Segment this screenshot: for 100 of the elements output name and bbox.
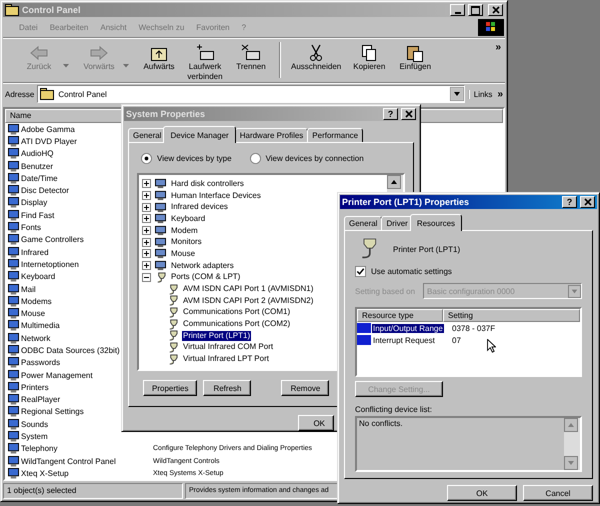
- control-panel-item[interactable]: Infrared: [21, 246, 49, 258]
- close-button[interactable]: [580, 196, 595, 208]
- control-panel-item[interactable]: Mouse: [21, 308, 46, 320]
- address-field[interactable]: Control Panel: [37, 85, 465, 103]
- tab[interactable]: Resources: [410, 214, 462, 231]
- radio-button[interactable]: [250, 153, 261, 164]
- checkbox-label[interactable]: Use automatic settings: [371, 267, 452, 276]
- dialog-button[interactable]: Refresh: [203, 380, 252, 396]
- tab[interactable]: General: [344, 216, 382, 230]
- toolbar-overflow-button[interactable]: »: [493, 42, 503, 53]
- tree-item[interactable]: Network adapters: [170, 260, 235, 271]
- radio-label[interactable]: View devices by type: [157, 154, 232, 163]
- expand-toggle-icon[interactable]: [142, 214, 151, 224]
- expand-toggle-icon[interactable]: [142, 226, 151, 236]
- tab[interactable]: Driver: [381, 216, 413, 230]
- toolbar-button[interactable]: Laufwerk verbinden: [183, 42, 227, 82]
- windows-logo-icon: [478, 18, 504, 36]
- scroll-up-icon[interactable]: [387, 175, 401, 189]
- toolbar-button[interactable]: Trennen: [229, 42, 273, 72]
- dialog-button[interactable]: OK: [447, 485, 517, 501]
- control-panel-item[interactable]: Keyboard: [21, 271, 56, 282]
- control-panel-item[interactable]: Passwords: [21, 357, 60, 368]
- tree-item[interactable]: Ports (COM & LPT): [170, 272, 242, 282]
- control-panel-item[interactable]: Network: [21, 332, 50, 344]
- radio-button[interactable]: [141, 153, 152, 164]
- control-panel-item[interactable]: Display: [21, 197, 48, 208]
- table-cell[interactable]: Input/Output Range: [372, 324, 444, 332]
- help-button[interactable]: ?: [383, 108, 398, 120]
- control-panel-item[interactable]: Adobe Gamma: [21, 124, 75, 135]
- tree-item[interactable]: AVM ISDN CAPI Port 2 (AVMISDN2): [182, 296, 314, 306]
- maximize-button[interactable]: [468, 4, 483, 16]
- expand-toggle-icon[interactable]: [142, 238, 151, 247]
- dialog-title: Printer Port (LPT1) Properties: [342, 197, 470, 207]
- tree-item[interactable]: Monitors: [170, 237, 203, 248]
- tree-item[interactable]: Human Interface Devices: [170, 190, 262, 201]
- tree-item[interactable]: Keyboard: [170, 214, 206, 224]
- control-panel-item[interactable]: Modems: [21, 296, 52, 307]
- control-panel-item[interactable]: Regional Settings: [21, 406, 84, 418]
- tree-item[interactable]: Communications Port (COM2): [182, 319, 292, 330]
- control-panel-item[interactable]: Xteq X-Setup: [21, 468, 69, 479]
- control-panel-item-icon: [8, 197, 19, 208]
- tab[interactable]: Performance: [307, 128, 364, 142]
- control-panel-item[interactable]: Power Management: [21, 370, 93, 381]
- control-panel-item[interactable]: Multimedia: [21, 320, 60, 332]
- control-panel-item[interactable]: Printers: [21, 382, 49, 393]
- minimize-button[interactable]: [450, 4, 465, 16]
- control-panel-item[interactable]: Game Controllers: [21, 234, 84, 246]
- control-panel-item[interactable]: Mail: [21, 284, 36, 294]
- table-cell[interactable]: Interrupt Request: [372, 336, 436, 344]
- close-button[interactable]: [488, 4, 503, 16]
- expand-toggle-icon[interactable]: [142, 261, 151, 270]
- tree-item[interactable]: Communications Port (COM1): [182, 307, 292, 318]
- dialog-button[interactable]: Remove: [281, 380, 330, 396]
- tab[interactable]: Device Manager: [163, 126, 236, 143]
- expand-toggle-icon[interactable]: [142, 272, 151, 282]
- control-panel-item[interactable]: AudioHQ: [21, 148, 54, 160]
- checkbox[interactable]: [355, 266, 366, 277]
- links-button[interactable]: Links: [468, 90, 492, 98]
- control-panel-item[interactable]: System: [21, 431, 48, 442]
- toolbar-button[interactable]: Kopieren: [347, 42, 392, 72]
- toolbar-button[interactable]: Aufwärts: [137, 42, 181, 72]
- column-header[interactable]: Setting: [443, 309, 580, 322]
- tree-item[interactable]: Virtual Infrared COM Port: [182, 342, 274, 352]
- tree-item[interactable]: Printer Port (LPT1): [182, 330, 252, 341]
- tree-item[interactable]: AVM ISDN CAPI Port 1 (AVMISDN1): [182, 284, 314, 294]
- control-panel-item[interactable]: WildTangent Control Panel: [21, 456, 116, 467]
- control-panel-item[interactable]: Sounds: [21, 418, 48, 430]
- control-panel-item[interactable]: RealPlayer: [21, 394, 60, 406]
- control-panel-item-icon: [8, 296, 19, 307]
- control-panel-item[interactable]: Date/Time: [21, 172, 58, 184]
- control-panel-item[interactable]: Disc Detector: [21, 185, 70, 196]
- links-overflow-button[interactable]: »: [495, 88, 505, 100]
- control-panel-item[interactable]: Internetoptionen: [21, 258, 79, 270]
- ok-button[interactable]: OK: [298, 415, 334, 431]
- column-header[interactable]: Resource type: [357, 309, 443, 322]
- dialog-button[interactable]: Cancel: [523, 485, 593, 501]
- control-panel-item[interactable]: Fonts: [21, 222, 42, 234]
- expand-toggle-icon[interactable]: [142, 249, 151, 258]
- control-panel-item[interactable]: Find Fast: [21, 210, 54, 221]
- toolbar-button[interactable]: Einfügen: [393, 42, 438, 72]
- control-panel-item[interactable]: ODBC Data Sources (32bit): [21, 344, 120, 356]
- dropdown-arrow-icon[interactable]: [450, 87, 464, 101]
- status-bar-pane: 1 object(s) selected: [3, 483, 183, 499]
- tree-item[interactable]: Mouse: [170, 248, 196, 259]
- expand-toggle-icon[interactable]: [142, 202, 151, 212]
- expand-toggle-icon[interactable]: [142, 191, 151, 200]
- tree-item[interactable]: Modem: [170, 226, 199, 236]
- dialog-button[interactable]: Properties: [143, 380, 198, 396]
- toolbar-button[interactable]: Ausschneiden: [287, 42, 346, 72]
- close-button[interactable]: [401, 108, 416, 120]
- control-panel-item[interactable]: ATI DVD Player: [21, 136, 77, 147]
- control-panel-item[interactable]: Telephony: [21, 443, 58, 454]
- tree-item[interactable]: Infrared devices: [170, 202, 229, 212]
- control-panel-item-icon: [8, 246, 19, 258]
- radio-label[interactable]: View devices by connection: [266, 154, 364, 163]
- help-button[interactable]: ?: [562, 196, 577, 208]
- tree-item[interactable]: Virtual Infrared LPT Port: [182, 354, 270, 364]
- control-panel-item[interactable]: Benutzer: [21, 160, 54, 172]
- expand-toggle-icon[interactable]: [142, 179, 151, 188]
- tree-item[interactable]: Hard disk controllers: [170, 178, 245, 189]
